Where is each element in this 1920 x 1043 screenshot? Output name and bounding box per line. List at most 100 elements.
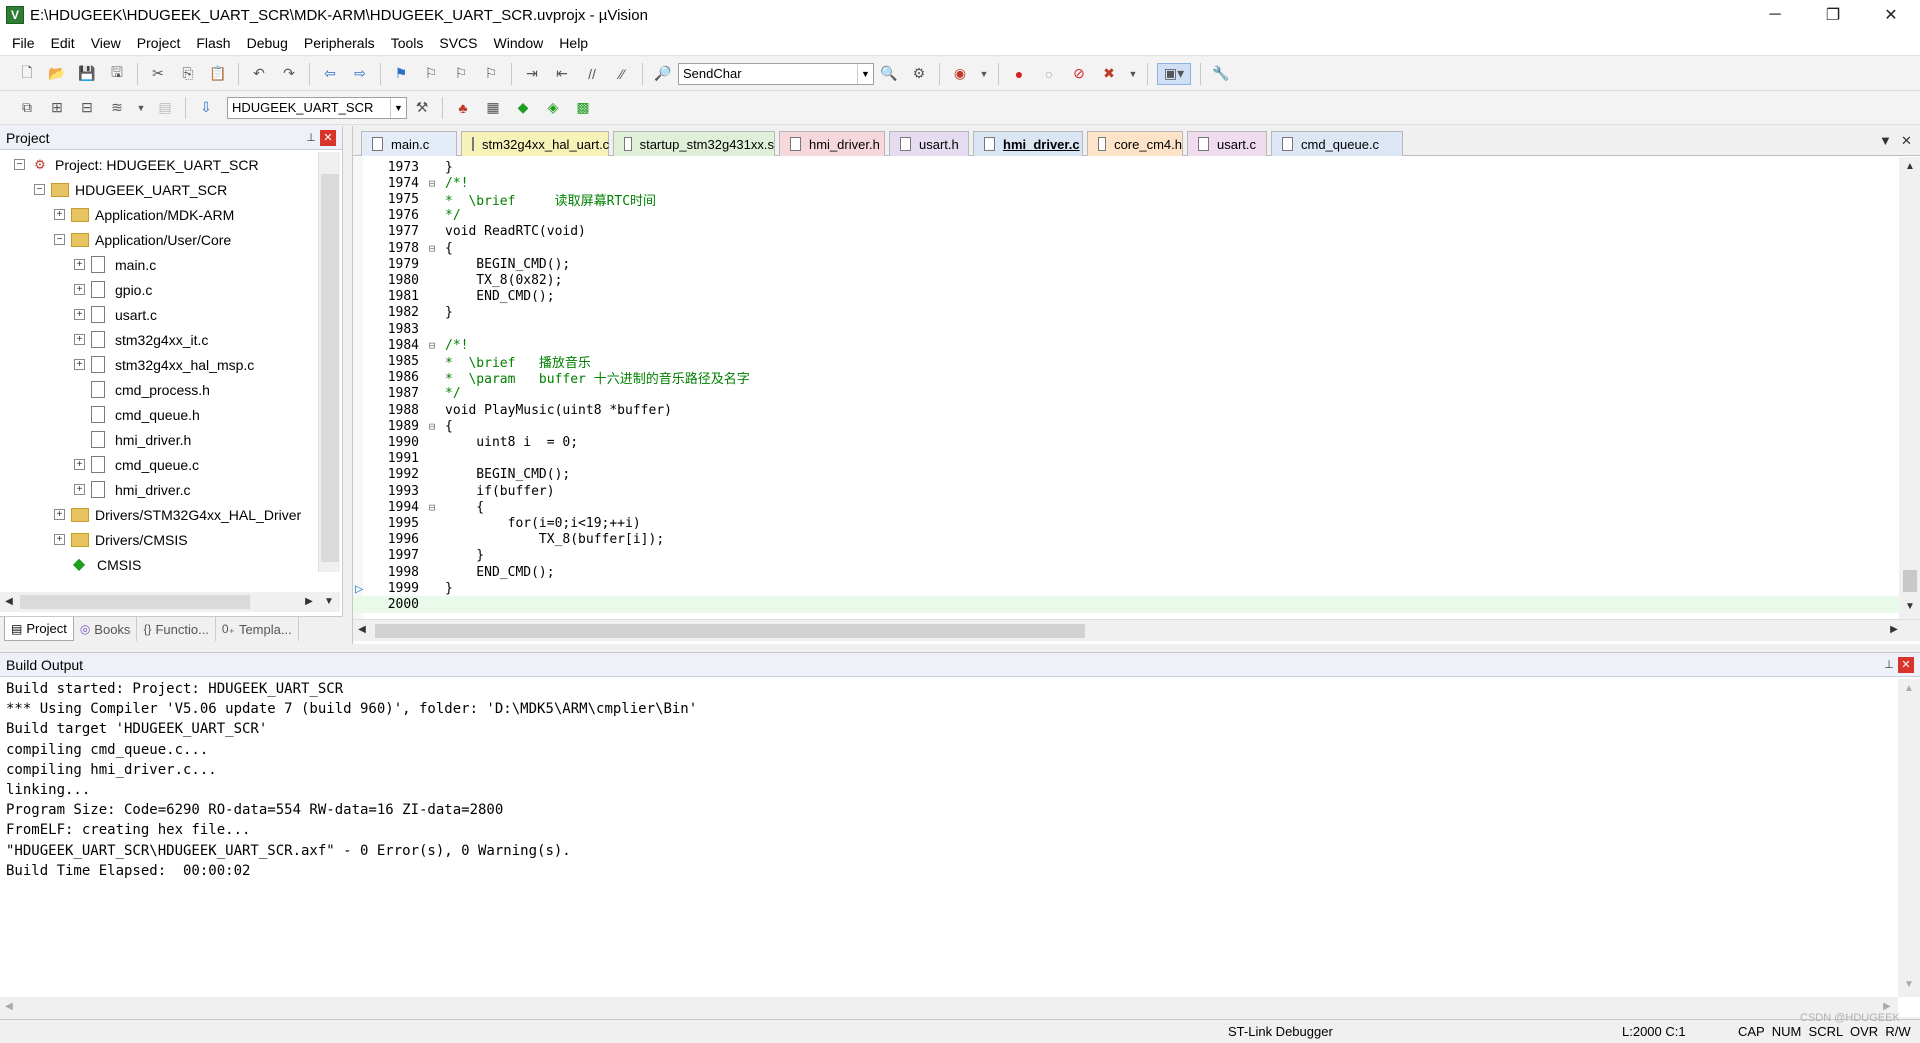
editor-tab[interactable]: usart.h bbox=[889, 131, 969, 156]
menu-file[interactable]: File bbox=[4, 30, 43, 56]
navigate-back-icon[interactable]: ⇦ bbox=[319, 63, 341, 85]
tab-templates[interactable]: 0₊ Templa... bbox=[216, 617, 299, 641]
tab-books[interactable]: ◎ Books bbox=[74, 617, 138, 641]
expand-icon[interactable]: + bbox=[54, 509, 65, 520]
window-layout-icon[interactable]: ▣▾ bbox=[1157, 62, 1191, 85]
expand-icon[interactable]: + bbox=[74, 259, 85, 270]
tab-project[interactable]: ▤ Project bbox=[4, 617, 74, 641]
menu-project[interactable]: Project bbox=[129, 30, 189, 56]
chevron-down-icon[interactable]: ▼ bbox=[979, 63, 989, 85]
tree-item[interactable]: + gpio.c bbox=[0, 277, 318, 302]
expand-icon[interactable]: + bbox=[74, 334, 85, 345]
tree-item[interactable]: + usart.c bbox=[0, 302, 318, 327]
menu-window[interactable]: Window bbox=[486, 30, 552, 56]
comment-icon[interactable]: // bbox=[581, 63, 603, 85]
uncomment-icon[interactable]: ⁄⁄ bbox=[611, 63, 633, 85]
tree-item[interactable]: + Drivers/STM32G4xx_HAL_Driver bbox=[0, 502, 318, 527]
expand-icon[interactable]: + bbox=[74, 484, 85, 495]
editor-tab[interactable]: stm32g4xx_hal_uart.c bbox=[461, 131, 609, 156]
disable-breakpoints-icon[interactable]: ⊘ bbox=[1068, 63, 1090, 85]
tree-item[interactable]: − HDUGEEK_UART_SCR bbox=[0, 177, 318, 202]
tree-item[interactable]: + stm32g4xx_it.c bbox=[0, 327, 318, 352]
clear-bookmarks-icon[interactable]: ⚐ bbox=[480, 63, 502, 85]
code-editor[interactable]: ▷ 1973} 1974 ⊟/*! 1975 * \brief 读取屏幕RTC时间 197… bbox=[353, 157, 1899, 619]
navigate-forward-icon[interactable]: ⇨ bbox=[349, 63, 371, 85]
expand-icon[interactable]: + bbox=[54, 209, 65, 220]
tree-item[interactable]: − ⚙ Project: HDUGEEK_UART_SCR bbox=[0, 152, 318, 177]
chevron-down-icon[interactable]: ▼ bbox=[390, 97, 406, 118]
run-time-env-icon[interactable]: ▩ bbox=[572, 97, 594, 119]
build-horizontal-scrollbar[interactable]: ◀ ▶ bbox=[0, 997, 1898, 1017]
close-button[interactable]: ✕ bbox=[1862, 0, 1920, 30]
stop-build-icon[interactable]: ▤ bbox=[154, 97, 176, 119]
editor-tab[interactable]: main.c bbox=[361, 131, 457, 156]
expand-icon[interactable]: + bbox=[54, 534, 65, 545]
tree-item[interactable]: + Drivers/CMSIS bbox=[0, 527, 318, 552]
editor-tab[interactable]: hmi_driver.c bbox=[973, 131, 1083, 156]
redo-icon[interactable]: ↷ bbox=[278, 63, 300, 85]
editor-horizontal-scrollbar[interactable]: ◀ ▶ bbox=[353, 619, 1920, 641]
menu-peripherals[interactable]: Peripherals bbox=[296, 30, 383, 56]
download-icon[interactable]: ⇩ bbox=[195, 97, 217, 119]
menu-svcs[interactable]: SVCS bbox=[431, 30, 485, 56]
copy-icon[interactable]: ⎘ bbox=[177, 63, 199, 85]
editor-tab[interactable]: usart.c bbox=[1187, 131, 1267, 156]
unindent-icon[interactable]: ⇤ bbox=[551, 63, 573, 85]
tree-item[interactable]: ◆ CMSIS bbox=[0, 552, 318, 572]
save-icon[interactable]: 💾 bbox=[76, 63, 98, 85]
chevron-down-icon[interactable]: ▼ bbox=[857, 63, 873, 84]
build-vertical-scrollbar[interactable]: ▲ ▼ bbox=[1898, 679, 1920, 997]
editor-tab[interactable]: hmi_driver.h bbox=[779, 131, 885, 156]
tree-item[interactable]: cmd_process.h bbox=[0, 377, 318, 402]
debug-session-icon[interactable]: ◉ bbox=[949, 63, 971, 85]
prev-bookmark-icon[interactable]: ⚐ bbox=[420, 63, 442, 85]
expand-icon[interactable]: + bbox=[74, 459, 85, 470]
translate-icon[interactable]: ⧉ bbox=[16, 97, 38, 119]
manage-project-items-icon[interactable]: ♣ bbox=[452, 97, 474, 119]
tree-horizontal-scrollbar[interactable]: ◀ ▶ ▼ bbox=[0, 592, 340, 612]
editor-tab[interactable]: core_cm4.h bbox=[1087, 131, 1183, 156]
close-pane-button[interactable]: ✕ bbox=[1898, 656, 1914, 673]
tree-item[interactable]: + cmd_queue.c bbox=[0, 452, 318, 477]
configure-icon[interactable]: 🔧 bbox=[1210, 63, 1232, 85]
tree-item[interactable]: cmd_queue.h bbox=[0, 402, 318, 427]
editor-vertical-scrollbar[interactable]: ▲ ▼ bbox=[1899, 157, 1920, 619]
cut-icon[interactable]: ✂ bbox=[147, 63, 169, 85]
tree-item[interactable]: + hmi_driver.c bbox=[0, 477, 318, 502]
tree-item[interactable]: + Application/MDK-ARM bbox=[0, 202, 318, 227]
find-combo[interactable]: SendChar ▼ bbox=[678, 62, 874, 85]
editor-tab[interactable]: startup_stm32g431xx.s bbox=[613, 131, 775, 156]
paste-icon[interactable]: 📋 bbox=[207, 63, 229, 85]
menu-tools[interactable]: Tools bbox=[383, 30, 432, 56]
menu-edit[interactable]: Edit bbox=[43, 30, 83, 56]
fold-icon[interactable]: ⊟ bbox=[425, 339, 439, 352]
expand-icon[interactable]: + bbox=[74, 284, 85, 295]
bookmark-icon[interactable]: ⚑ bbox=[390, 63, 412, 85]
insert-breakpoint-icon[interactable]: ● bbox=[1008, 63, 1030, 85]
manage-components-icon[interactable]: ▦ bbox=[482, 97, 504, 119]
build-icon[interactable]: ⊞ bbox=[46, 97, 68, 119]
tree-item[interactable]: hmi_driver.h bbox=[0, 427, 318, 452]
find-icon[interactable]: 🔍 bbox=[878, 63, 900, 85]
target-options-icon[interactable]: ⚒ bbox=[411, 97, 433, 119]
menu-debug[interactable]: Debug bbox=[239, 30, 296, 56]
save-all-icon[interactable]: 🖫 bbox=[106, 63, 128, 85]
fold-icon[interactable]: ⊟ bbox=[425, 420, 439, 433]
batch-build-icon[interactable]: ≋ bbox=[106, 97, 128, 119]
fold-icon[interactable]: ⊟ bbox=[425, 177, 439, 190]
collapse-icon[interactable]: − bbox=[54, 234, 65, 245]
select-packs-icon[interactable]: ◆ bbox=[512, 97, 534, 119]
tree-vertical-scrollbar[interactable] bbox=[318, 152, 340, 572]
tab-functions[interactable]: {} Functio... bbox=[137, 617, 216, 641]
close-tab-icon[interactable]: ✕ bbox=[1901, 133, 1912, 149]
find-in-files-icon[interactable]: 🔎 bbox=[652, 63, 674, 85]
close-pane-button[interactable]: ✕ bbox=[320, 129, 336, 146]
tree-item[interactable]: − Application/User/Core bbox=[0, 227, 318, 252]
rebuild-icon[interactable]: ⊟ bbox=[76, 97, 98, 119]
incremental-find-icon[interactable]: ⚙ bbox=[908, 63, 930, 85]
minimize-button[interactable]: ─ bbox=[1746, 0, 1804, 30]
fold-icon[interactable]: ⊟ bbox=[425, 242, 439, 255]
editor-tab[interactable]: cmd_queue.c bbox=[1271, 131, 1403, 156]
expand-icon[interactable]: + bbox=[74, 359, 85, 370]
new-file-icon[interactable]: 🗋 bbox=[16, 63, 38, 85]
